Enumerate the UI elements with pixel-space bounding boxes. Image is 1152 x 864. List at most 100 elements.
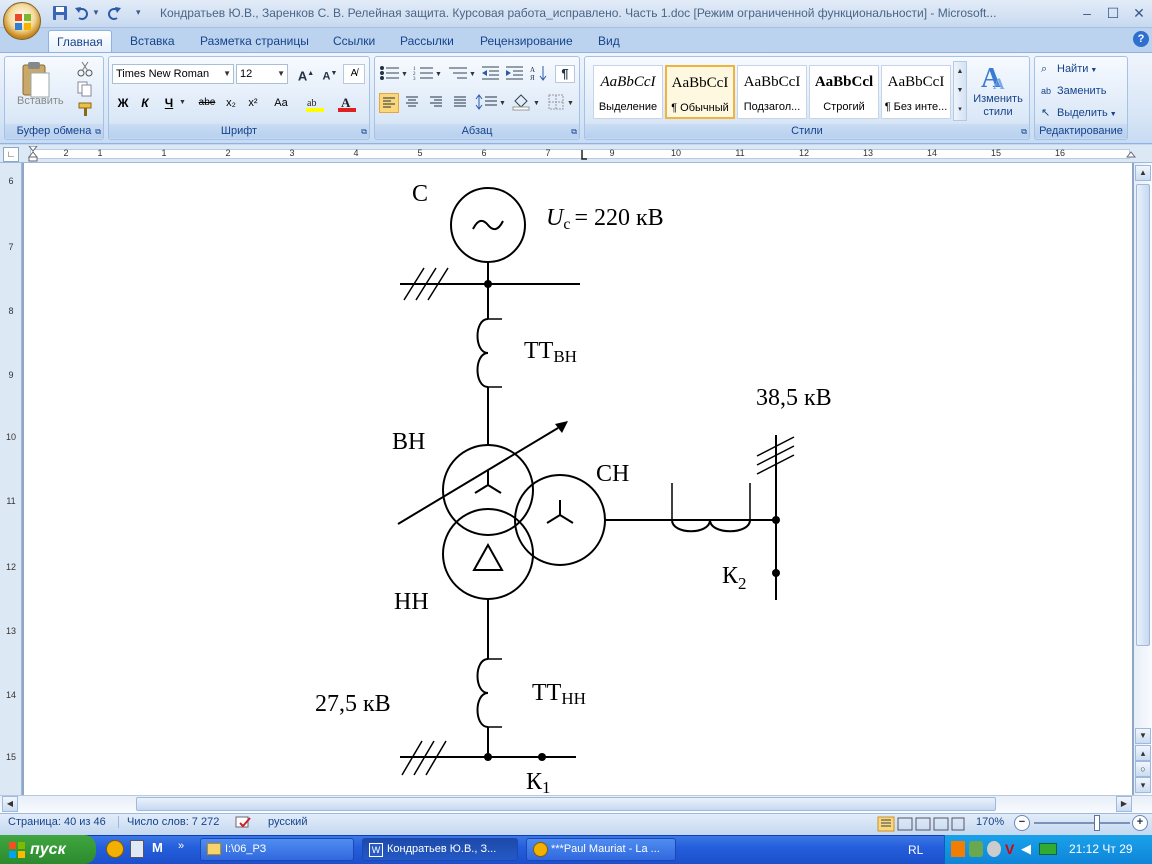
tab-page-layout[interactable]: Разметка страницы: [192, 30, 317, 52]
document-page[interactable]: С Uс = 220 кВ ТТВН ВН СН НН 38,5 кВ 27,5 …: [24, 163, 1132, 797]
style-subtitle[interactable]: AaBbCcI Подзагол...: [737, 65, 807, 119]
style-strong[interactable]: AaBbCcl Строгий: [809, 65, 879, 119]
browse-object-icon[interactable]: ○: [1135, 761, 1151, 777]
scroll-thumb[interactable]: [1136, 184, 1150, 646]
task-word[interactable]: W Кондратьев Ю.В., З...: [362, 838, 518, 861]
clipboard-launcher-icon[interactable]: ⧉: [95, 127, 101, 137]
multilevel-list-icon[interactable]: ▼: [447, 65, 477, 84]
align-right-icon[interactable]: [427, 93, 447, 113]
tab-references[interactable]: Ссылки: [325, 30, 383, 52]
shrink-font-icon[interactable]: A▼: [319, 64, 341, 84]
copy-icon[interactable]: [77, 81, 93, 100]
font-launcher-icon[interactable]: ⧉: [361, 127, 367, 137]
language-indicator[interactable]: русский: [268, 816, 307, 828]
volume-icon[interactable]: ◀: [1021, 841, 1035, 857]
task-player[interactable]: ***Paul Mauriat - La ...: [526, 838, 676, 861]
grow-font-icon[interactable]: A▲: [295, 64, 317, 84]
styles-scroll[interactable]: ▲ ▼ ▾: [953, 61, 967, 121]
tab-stop-icon[interactable]: [577, 150, 587, 160]
chevron-down-icon[interactable]: ▼: [179, 99, 186, 106]
font-color-icon[interactable]: A: [337, 95, 359, 113]
cut-icon[interactable]: [77, 61, 93, 80]
underline-button[interactable]: Ч: [159, 93, 179, 113]
tab-review[interactable]: Рецензирование: [472, 30, 581, 52]
close-button[interactable]: ✕: [1126, 2, 1152, 24]
proofing-icon[interactable]: [234, 815, 252, 831]
replace-button[interactable]: ab Заменить: [1041, 83, 1127, 99]
zoom-slider[interactable]: [1034, 822, 1130, 824]
scroll-up-icon[interactable]: ▲: [1135, 165, 1151, 181]
minimize-button[interactable]: ‒: [1074, 2, 1100, 24]
zoom-level[interactable]: 170%: [976, 816, 1004, 828]
change-styles-icon[interactable]: AA: [979, 59, 1009, 94]
right-indent-icon[interactable]: [1125, 146, 1137, 162]
scroll-left-icon[interactable]: ◀: [2, 796, 18, 812]
style-normal[interactable]: AaBbCcI ¶ Обычный: [665, 65, 735, 119]
tab-insert[interactable]: Вставка: [122, 30, 183, 52]
superscript-button[interactable]: x²: [243, 93, 263, 113]
zoom-out-icon[interactable]: −: [1014, 815, 1030, 831]
borders-icon[interactable]: ▼: [547, 93, 577, 113]
hscroll-thumb[interactable]: [136, 797, 996, 811]
tray-icon[interactable]: [987, 841, 1001, 857]
bold-button[interactable]: Ж: [113, 93, 133, 113]
tray-icon[interactable]: [1039, 843, 1057, 855]
select-button[interactable]: ↖ Выделить ▼: [1041, 105, 1127, 121]
tray-icon[interactable]: [951, 841, 965, 857]
clear-format-icon[interactable]: A̸: [343, 64, 365, 84]
undo-icon[interactable]: [74, 5, 90, 21]
tray-icon[interactable]: V: [1005, 841, 1019, 857]
shading-icon[interactable]: ▼: [511, 93, 543, 113]
save-icon[interactable]: [52, 5, 68, 21]
quicklaunch-icon[interactable]: [106, 840, 124, 858]
vertical-ruler[interactable]: [0, 163, 22, 795]
indent-marker-icon[interactable]: [27, 145, 39, 162]
tab-home[interactable]: Главная: [48, 30, 112, 52]
office-button[interactable]: [3, 2, 41, 40]
next-page-icon[interactable]: ▾: [1135, 777, 1151, 793]
strikethrough-button[interactable]: abe: [195, 93, 219, 113]
paragraph-launcher-icon[interactable]: ⧉: [571, 127, 577, 137]
clock[interactable]: 21:12 Чт 29: [1069, 842, 1133, 856]
quicklaunch-expand-icon[interactable]: »: [178, 840, 184, 852]
change-styles-button[interactable]: Изменить стили: [969, 93, 1027, 119]
tray-icon[interactable]: [969, 841, 983, 857]
increase-indent-icon[interactable]: [505, 65, 525, 84]
align-left-icon[interactable]: [379, 93, 399, 113]
tab-view[interactable]: Вид: [590, 30, 628, 52]
undo-dropdown-icon[interactable]: ▼: [92, 8, 100, 17]
style-no-spacing[interactable]: AaBbCcI ¶ Без инте...: [881, 65, 951, 119]
sort-icon[interactable]: АЯ: [529, 65, 549, 84]
paste-button[interactable]: Вставить: [17, 95, 64, 107]
word-count[interactable]: Число слов: 7 272: [118, 816, 219, 828]
styles-launcher-icon[interactable]: ⧉: [1021, 127, 1027, 137]
numbering-icon[interactable]: 1 2 3 ▼: [413, 65, 443, 84]
zoom-slider-thumb[interactable]: [1094, 815, 1100, 831]
quicklaunch-icon[interactable]: [130, 840, 144, 858]
format-painter-icon[interactable]: [77, 101, 93, 120]
show-formatting-icon[interactable]: ¶: [555, 65, 575, 83]
task-folder[interactable]: I:\06_РЗ: [200, 838, 354, 861]
tab-stop-selector[interactable]: ∟: [3, 147, 19, 162]
justify-icon[interactable]: [451, 93, 471, 113]
align-center-icon[interactable]: [403, 93, 423, 113]
page-counter[interactable]: Страница: 40 из 46: [8, 816, 106, 828]
help-icon[interactable]: ?: [1133, 31, 1149, 47]
zoom-in-icon[interactable]: +: [1132, 815, 1148, 831]
italic-button[interactable]: К: [135, 93, 155, 113]
highlight-icon[interactable]: ab: [305, 95, 327, 113]
scroll-down-icon[interactable]: ▼: [1135, 728, 1151, 744]
change-case-button[interactable]: Aa: [267, 93, 295, 113]
find-button[interactable]: ⌕ Найти ▼: [1041, 61, 1127, 77]
decrease-indent-icon[interactable]: [481, 65, 501, 84]
customize-qat-icon[interactable]: ▾: [136, 7, 141, 18]
bullets-icon[interactable]: ▼: [379, 65, 409, 84]
quicklaunch-icon[interactable]: M: [152, 840, 170, 858]
tab-mailings[interactable]: Рассылки: [392, 30, 462, 52]
font-family-combo[interactable]: Times New Roman ▼: [112, 64, 234, 84]
maximize-button[interactable]: ☐: [1100, 2, 1126, 24]
redo-icon[interactable]: [106, 5, 122, 21]
subscript-button[interactable]: x₂: [221, 93, 241, 113]
font-size-combo[interactable]: 12 ▼: [236, 64, 288, 84]
previous-page-icon[interactable]: ▴: [1135, 745, 1151, 761]
